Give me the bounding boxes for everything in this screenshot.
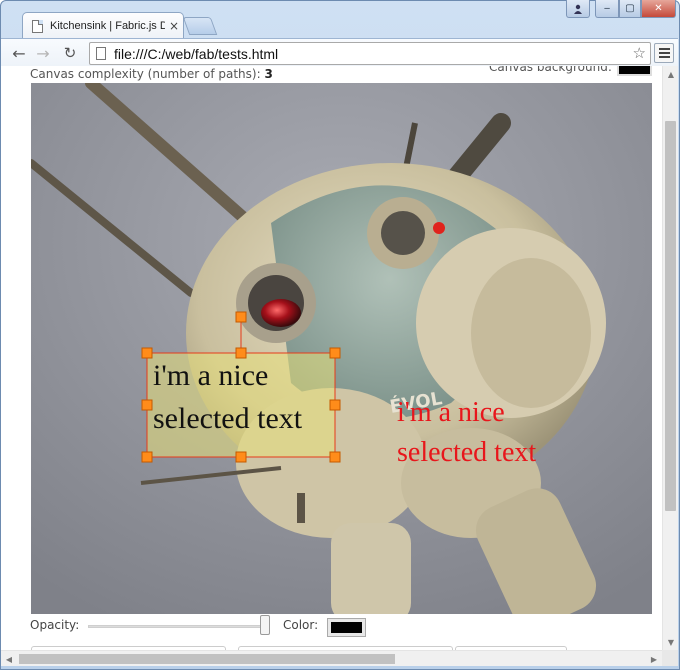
menu-icon[interactable] — [654, 43, 674, 63]
complexity-value: 3 — [264, 67, 273, 81]
back-arrow-icon[interactable]: ← — [9, 43, 29, 63]
canvas-complexity: Canvas complexity (number of paths): 3 — [30, 67, 273, 81]
red-text-line1: i'm a nice — [397, 397, 505, 428]
opacity-label: Opacity: — [30, 618, 80, 632]
scroll-left-icon[interactable]: ◀ — [1, 651, 17, 667]
canvas-background-swatch[interactable] — [617, 66, 652, 76]
horizontal-scrollbar[interactable]: ◀ ▶ — [1, 650, 662, 666]
red-text-line2: selected text — [397, 437, 537, 468]
robot-photo: ÉVOL — [31, 83, 652, 614]
page-icon — [96, 47, 106, 60]
forward-arrow-icon[interactable]: → — [33, 43, 53, 63]
reload-icon[interactable]: ↻ — [60, 43, 80, 63]
selected-text-line2: selected text — [153, 402, 303, 435]
address-bar[interactable]: file:///C:/web/fab/tests.html ☆ — [89, 42, 651, 65]
selected-text-line1: i'm a nice — [153, 359, 269, 392]
close-window-button[interactable]: ✕ — [641, 0, 676, 18]
scroll-down-icon[interactable]: ▼ — [663, 634, 679, 650]
fabric-canvas[interactable]: ÉVOL i'm a nice selected text i'm a nice… — [31, 83, 652, 614]
toolbar: ← → ↻ file:///C:/web/fab/tests.html ☆ — [1, 38, 678, 66]
page-icon — [32, 19, 43, 33]
horizontal-scroll-thumb[interactable] — [19, 654, 395, 664]
opacity-slider-thumb[interactable] — [260, 615, 270, 635]
selected-text-object[interactable]: i'm a nice selected text — [147, 353, 335, 457]
canvas-background-label: Canvas background: — [489, 66, 612, 74]
user-icon[interactable] — [566, 0, 590, 18]
vertical-scroll-thumb[interactable] — [665, 121, 676, 511]
color-picker[interactable] — [327, 618, 366, 637]
tab-kitchensink[interactable]: Kitchensink | Fabric.js Demo × — [22, 12, 184, 39]
opacity-slider[interactable] — [88, 625, 266, 628]
page-viewport: Canvas complexity (number of paths): 3 C… — [1, 66, 662, 650]
scroll-up-icon[interactable]: ▲ — [663, 66, 679, 82]
bookmark-star-icon[interactable]: ☆ — [633, 44, 646, 62]
close-tab-icon[interactable]: × — [169, 19, 179, 33]
maximize-button[interactable]: ▢ — [619, 0, 641, 18]
scroll-right-icon[interactable]: ▶ — [646, 651, 662, 667]
complexity-label: Canvas complexity (number of paths): — [30, 67, 261, 81]
color-label: Color: — [283, 618, 319, 632]
tab-title: Kitchensink | Fabric.js Demo — [50, 20, 165, 32]
url-text: file:///C:/web/fab/tests.html — [114, 45, 279, 62]
red-text-object[interactable]: i'm a nice selected text — [397, 397, 577, 487]
vertical-scrollbar[interactable]: ▲ ▼ — [662, 66, 678, 650]
minimize-button[interactable]: ‒ — [595, 0, 619, 18]
scroll-corner — [662, 650, 678, 666]
